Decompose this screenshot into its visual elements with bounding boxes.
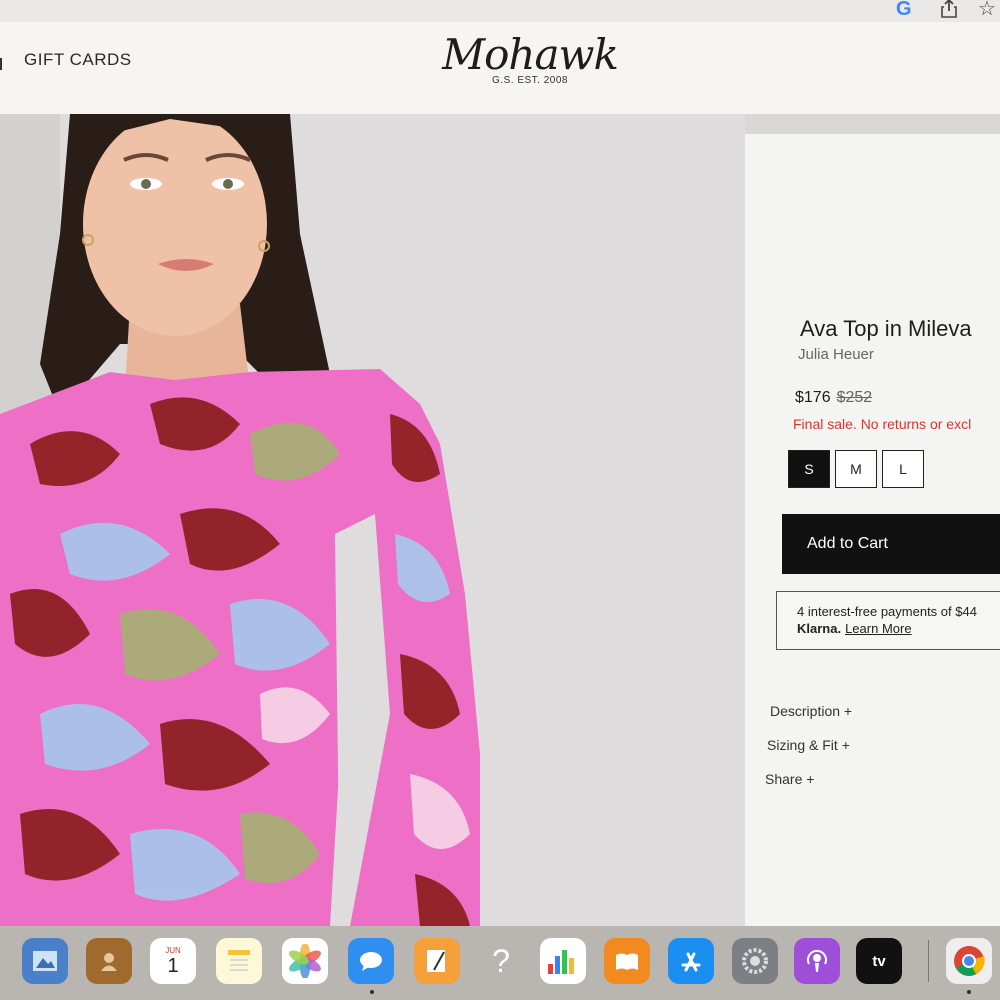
product-price: $176 $252: [795, 389, 872, 407]
menu-edge-icon[interactable]: [0, 58, 4, 70]
numbers-icon[interactable]: [540, 938, 586, 984]
calendar-day: 1: [167, 954, 179, 977]
sale-price: $176: [795, 389, 831, 406]
klarna-learn-more-link[interactable]: Learn More: [845, 621, 911, 636]
klarna-installments-text: 4 interest-free payments of $44: [797, 604, 977, 619]
photos-icon[interactable]: [282, 938, 328, 984]
running-indicator: [370, 990, 374, 994]
product-image[interactable]: [0, 114, 745, 926]
product-brand[interactable]: Julia Heuer: [798, 346, 874, 363]
apple-tv-label: tv: [872, 952, 886, 970]
sizing-fit-accordion[interactable]: Sizing & Fit +: [767, 737, 850, 753]
calendar-month: JUN: [165, 945, 181, 955]
share-accordion[interactable]: Share +: [765, 771, 814, 787]
model-photo: [0, 114, 745, 926]
dock-separator: [928, 940, 929, 982]
size-option-s[interactable]: S: [788, 450, 830, 488]
size-option-l[interactable]: L: [882, 450, 924, 488]
contacts-icon[interactable]: [86, 938, 132, 984]
klarna-payment-info: 4 interest-free payments of $44 Klarna. L…: [776, 591, 1000, 650]
chrome-icon[interactable]: [946, 938, 992, 984]
preview-icon[interactable]: [22, 938, 68, 984]
add-to-cart-button[interactable]: Add to Cart: [782, 514, 1000, 574]
description-accordion[interactable]: Description +: [770, 703, 852, 719]
browser-toolbar: G ☆: [0, 0, 1000, 22]
share-icon[interactable]: [940, 0, 958, 18]
books-icon[interactable]: [604, 938, 650, 984]
site-logo[interactable]: Mohawk G.S. EST. 2008: [430, 30, 630, 86]
logo-wordmark: Mohawk: [442, 30, 619, 79]
apple-tv-icon[interactable]: tv: [856, 938, 902, 984]
unknown-app-icon[interactable]: ?: [478, 938, 524, 984]
calendar-icon[interactable]: JUN 1: [150, 938, 196, 984]
gift-cards-link[interactable]: GIFT CARDS: [24, 50, 132, 70]
final-sale-notice: Final sale. No returns or excl: [793, 416, 972, 432]
notes-icon[interactable]: [216, 938, 262, 984]
pages-icon[interactable]: [414, 938, 460, 984]
google-g-icon[interactable]: G: [896, 0, 912, 21]
messages-icon[interactable]: [348, 938, 394, 984]
running-indicator: [967, 990, 971, 994]
klarna-brand: Klarna.: [797, 621, 842, 636]
original-price: $252: [836, 389, 873, 406]
bookmark-star-icon[interactable]: ☆: [978, 0, 996, 21]
podcasts-icon[interactable]: [794, 938, 840, 984]
macos-dock: JUN 1 ? tv: [0, 926, 1000, 1000]
product-title: Ava Top in Mileva: [800, 316, 972, 341]
system-preferences-icon[interactable]: [732, 938, 778, 984]
site-header: GIFT CARDS Mohawk G.S. EST. 2008: [0, 22, 1000, 114]
size-option-m[interactable]: M: [835, 450, 877, 488]
app-store-icon[interactable]: [668, 938, 714, 984]
